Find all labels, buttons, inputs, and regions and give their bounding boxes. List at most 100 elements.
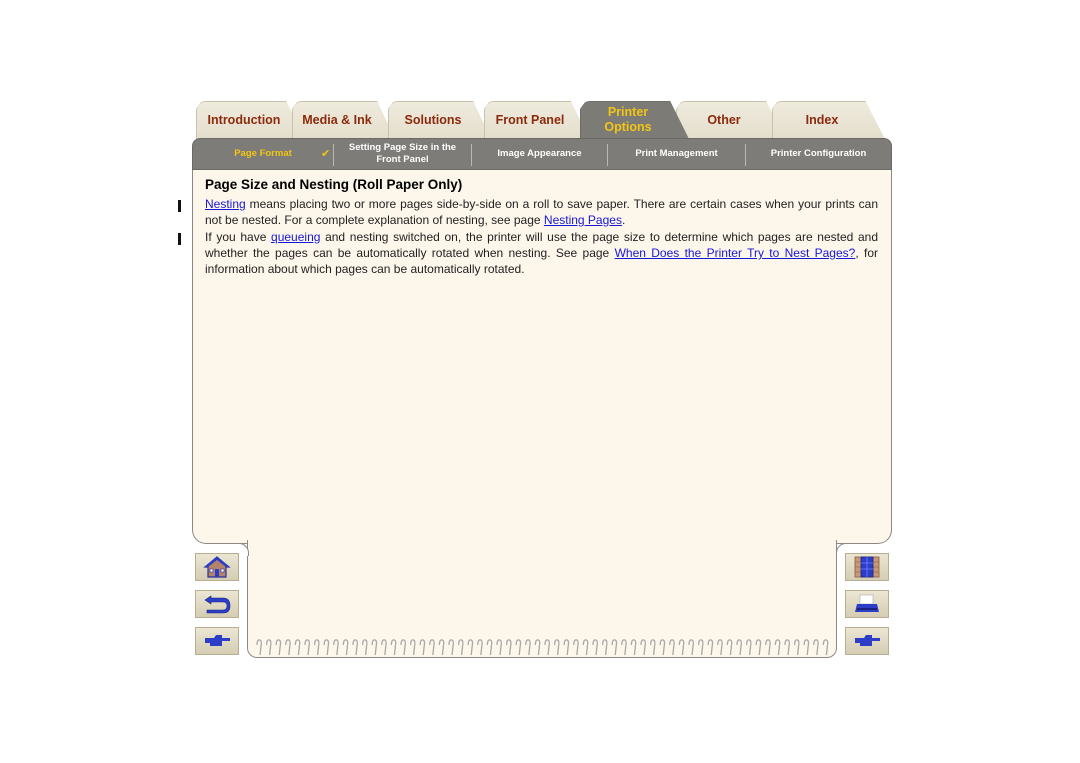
subnav-label: Setting Page Size in the Front Panel [348,142,457,165]
spiral-coil [669,639,675,656]
spiral-coil [659,639,666,656]
spiral-coil [477,639,483,656]
spiral-coil [793,639,800,656]
subnav-setting-page-size[interactable]: Setting Page Size in the Front Panel [334,139,471,169]
spiral-coil [304,639,310,656]
spiral-coil [342,639,349,656]
spiral-coil [755,639,762,656]
spiral-coil [409,639,416,656]
spiral-coil [256,639,262,656]
print-button[interactable] [845,590,889,618]
spiral-coil [429,639,435,656]
printer-icon [855,594,879,612]
spiral-coil [592,639,598,656]
spiral-coil [419,639,426,656]
text: . [621,213,626,227]
spiral-coil [774,639,781,656]
text: means placing two or more pages side-by-… [205,197,878,227]
spiral-coil [505,639,512,656]
exit-button[interactable] [845,553,889,581]
spiral-coil [323,639,330,656]
spiral-coil [381,639,387,656]
subnav-label: Image Appearance [497,148,582,159]
back-icon [204,595,231,614]
spiral-coil [582,639,589,656]
spiral-coil [697,639,704,656]
subnav-image-appearance[interactable]: Image Appearance [472,139,607,169]
spiral-coil [525,639,531,656]
tab-solutions[interactable]: Solutions [388,101,492,141]
next-page-button-right[interactable] [845,627,889,655]
spiral-binding [256,639,829,656]
tab-printer-options[interactable]: Printer Options [580,101,690,141]
link-nesting-pages[interactable]: Nesting Pages [544,213,622,227]
spiral-coil [467,639,474,656]
link-nesting[interactable]: Nesting [205,197,246,211]
main-tab-bar: Introduction Media & Ink Solutions Front… [196,101,886,141]
subnav-label: Print Management [635,148,718,159]
spiral-coil [352,639,358,656]
spiral-coil [601,639,608,656]
text: If you have [205,230,272,244]
tab-label: Other [707,113,741,127]
tab-label: Printer Options [604,105,652,134]
spiral-coil [486,639,493,656]
spiral-coil [544,639,550,656]
spiral-coil [496,639,502,656]
spiral-coil [745,639,752,656]
spiral-coil [563,639,570,656]
spiral-coil [265,639,272,656]
spiral-coil [784,639,790,656]
spiral-coil [275,639,282,656]
spiral-coil [726,639,733,656]
tab-media-ink[interactable]: Media & Ink [292,101,396,141]
spiral-coil [438,639,445,656]
home-button[interactable] [195,553,239,581]
spiral-coil [285,639,291,656]
spiral-coil [678,639,685,656]
spiral-coil [361,639,368,656]
spiral-coil [313,639,320,656]
tab-introduction[interactable]: Introduction [196,101,306,141]
spiral-coil [736,639,742,656]
spiral-coil [553,639,560,656]
tab-index[interactable]: Index [772,101,886,141]
link-when-does-printer-nest[interactable]: When Does the Printer Try to Nest Pages? [615,246,856,260]
spiral-coil [333,639,339,656]
sub-navigation-bar: Page Format ✔ Setting Page Size in the Fr… [192,138,892,170]
change-bar [178,233,181,245]
subnav-page-format[interactable]: Page Format [193,139,333,169]
spiral-coil [707,639,714,656]
exit-door-icon [854,556,880,578]
spiral-coil [400,639,406,656]
spiral-coil [813,639,819,656]
spiral-coil [515,639,522,656]
next-page-button-left[interactable] [195,627,239,655]
spiral-coil [630,639,637,656]
next-page-icon [205,635,230,646]
subnav-printer-configuration[interactable]: Printer Configuration [746,139,891,169]
page-title: Page Size and Nesting (Roll Paper Only) [205,177,463,192]
spiral-coil [765,639,771,656]
spiral-coil [371,639,378,656]
back-button[interactable] [195,590,239,618]
tab-front-panel[interactable]: Front Panel [484,101,590,141]
tab-label: Index [805,113,839,127]
spiral-coil [688,639,694,656]
spiral-coil [717,639,723,656]
spiral-coil [534,639,541,656]
subnav-print-management[interactable]: Print Management [608,139,745,169]
tab-other[interactable]: Other [676,101,786,141]
paragraph-nesting: Nesting means placing two or more pages … [205,196,878,228]
page-joint [248,530,836,550]
spiral-coil [457,639,464,656]
tab-label: Solutions [404,113,462,127]
subnav-label: Page Format [234,148,292,159]
tab-label: Introduction [207,113,281,127]
checkmark-icon: ✔ [321,148,331,160]
home-icon [203,556,231,578]
spiral-coil [803,639,810,656]
spiral-coil [621,639,627,656]
link-queueing[interactable]: queueing [271,230,320,244]
spiral-coil [573,639,579,656]
